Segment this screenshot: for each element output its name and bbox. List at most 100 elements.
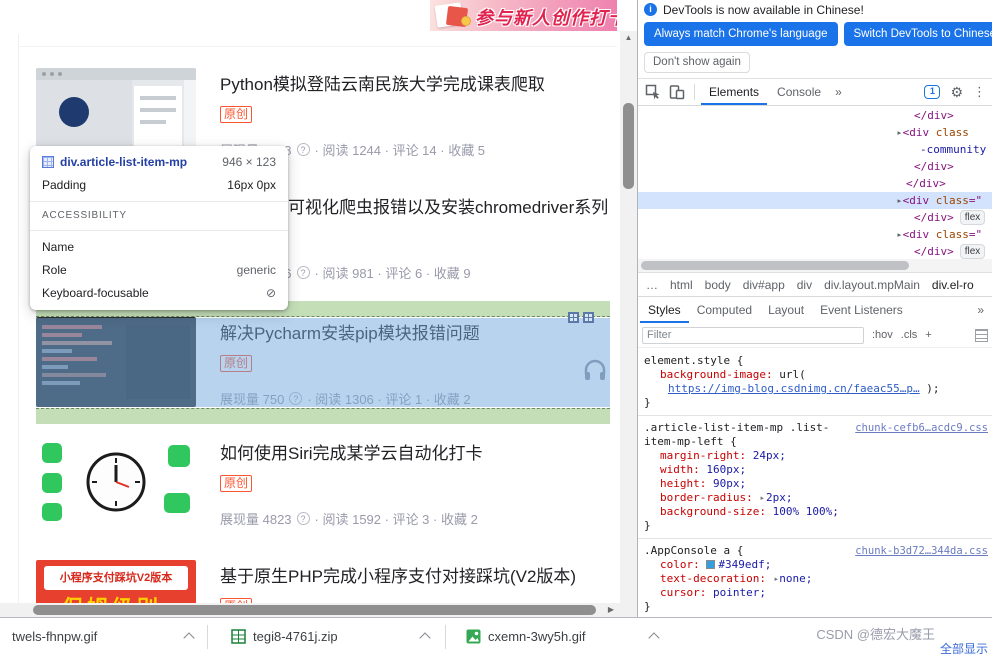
css-declaration[interactable]: border-radius: ▸2px; [638,491,992,505]
rule-selector[interactable]: element.style { [638,354,992,368]
download-file-name[interactable]: twels-fhnpw.gif [12,629,97,644]
more-tabs-icon[interactable]: » [831,85,846,99]
thumb5-title-box: 小程序支付踩坑V2版本 [44,566,188,590]
expand-value-arrow[interactable]: ▸ [760,492,765,503]
css-declaration[interactable]: width: 160px; [638,463,992,477]
expand-arrow-icon[interactable]: ▸ [896,125,902,139]
download-file-name[interactable]: cxemn-3wy5h.gif [488,629,586,644]
breadcrumb-item[interactable]: div#app [743,278,785,292]
accessibility-section-label: ACCESSIBILITY [42,210,276,221]
scroll-up-arrow[interactable]: ▲ [620,31,637,45]
expand-value-arrow[interactable]: ▸ [773,573,778,584]
expand-arrow-icon[interactable]: ▸ [896,193,902,207]
highlight-padding-bottom [36,408,610,424]
tree-node[interactable]: </div> [638,175,992,192]
article-3-thumbnail[interactable] [36,317,196,407]
rule-selector[interactable]: .article-list-item-mp .list- [644,421,829,435]
listen-headset-icon[interactable] [582,358,608,382]
article-title[interactable]: 解决Pycharm安装pip模块报错问题 [220,319,480,344]
vertical-scrollbar-thumb[interactable] [623,103,634,189]
tree-node[interactable]: </div>flex [638,209,992,226]
download-file-name[interactable]: tegi8-4761j.zip [253,629,338,644]
tree-node[interactable]: -community [638,141,992,158]
new-style-rule-button[interactable]: + [925,329,931,341]
download-menu-caret-icon[interactable] [648,632,659,643]
article-4-thumbnail[interactable] [36,437,196,527]
breadcrumb-overflow[interactable]: … [646,278,658,292]
download-item[interactable]: tegi8-4761j.zip [207,618,445,655]
help-icon[interactable]: ? [297,266,310,279]
page-vertical-scrollbar[interactable]: ▲ [620,31,637,617]
devtools-menu-icon[interactable]: ⋮ [973,84,986,100]
tree-node[interactable]: ▸<div class=" [638,226,992,243]
name-label: Name [42,240,74,254]
tree-node[interactable]: ▸<div class [638,124,992,141]
inspect-element-icon[interactable] [642,82,664,102]
color-swatch[interactable] [706,560,715,569]
download-item[interactable]: cxemn-3wy5h.gif [445,618,670,655]
issues-counter[interactable]: 1 [924,85,940,99]
breadcrumb-item[interactable]: body [705,278,731,292]
css-declaration[interactable]: margin-right: 24px; [638,449,992,463]
tree-node[interactable]: </div> [638,158,992,175]
breadcrumb-item[interactable]: div.layout.mpMain [824,278,920,292]
more-sidebar-tabs-icon[interactable]: » [971,303,990,317]
tab-elements[interactable]: Elements [701,79,767,105]
page-horizontal-scrollbar[interactable]: ▶ [0,603,620,617]
css-declaration[interactable]: background-image: url( [638,368,992,382]
background-image-url-link[interactable]: https://img-blog.csdnimg.cn/faeac55…p… [668,382,920,395]
css-declaration[interactable]: text-decoration: ▸none; [638,572,992,586]
elements-horizontal-scrollbar[interactable] [638,259,992,272]
tree-node-selected[interactable]: ▸<div class=" [638,192,992,209]
rule-selector-wrap[interactable]: item-mp-left { [638,435,992,449]
css-declaration[interactable]: height: 90px; [638,477,992,491]
css-url-line: https://img-blog.csdnimg.cn/faeac55…p… )… [638,382,992,396]
styles-filter-input[interactable] [642,327,864,344]
tree-node[interactable]: </div> [638,107,992,124]
match-language-button[interactable]: Always match Chrome's language [644,22,838,46]
scroll-right-arrow[interactable]: ▶ [603,603,619,617]
download-menu-caret-icon[interactable] [419,632,430,643]
banner-coin-decor [461,16,471,26]
promo-banner[interactable]: 参与新人创作打卡 [430,0,617,31]
css-declaration[interactable]: color: #349edf; [638,558,992,572]
help-icon[interactable]: ? [297,512,310,525]
computed-styles-icon[interactable] [975,329,988,342]
download-item[interactable]: twels-fhnpw.gif [0,618,207,655]
expand-arrow-icon[interactable]: ▸ [896,227,902,241]
tab-console[interactable]: Console [769,79,829,105]
device-toolbar-icon[interactable] [666,82,688,102]
tab-styles[interactable]: Styles [640,297,689,323]
breadcrumb-item[interactable]: html [670,278,693,292]
css-declaration[interactable]: background-size: 100% 100%; [638,505,992,519]
dont-show-again-button[interactable]: Don't show again [644,52,750,73]
flex-badge[interactable]: flex [960,210,986,225]
show-all-downloads-link[interactable]: 全部显示 [940,640,988,655]
article-title[interactable]: Python模拟登陆云南民族大学完成课表爬取 [220,70,545,95]
elements-scrollbar-thumb[interactable] [641,261,909,270]
help-icon[interactable]: ? [297,143,310,156]
flex-badge[interactable]: flex [960,244,986,259]
settings-gear-icon[interactable]: ⚙ [950,84,963,101]
horizontal-scrollbar-thumb[interactable] [33,605,596,615]
stylesheet-link[interactable]: chunk-cefb6…acdc9.css [855,421,988,435]
article-title[interactable]: 基于原生PHP完成小程序支付对接踩坑(V2版本) [220,562,576,587]
toggle-element-classes[interactable]: .cls [901,329,918,341]
article-title[interactable]: 如何使用Siri完成某学云自动化打卡 [220,439,483,464]
tab-layout[interactable]: Layout [760,297,812,323]
tree-node[interactable]: </div>flex [638,243,992,259]
tab-computed[interactable]: Computed [689,297,760,323]
rule-selector[interactable]: .AppConsole a { [644,544,743,558]
issues-bubble-icon[interactable]: 1 [924,85,940,99]
stylesheet-link[interactable]: chunk-b3d72…344da.css [855,544,988,558]
download-menu-caret-icon[interactable] [183,632,194,643]
article-1-thumbnail[interactable] [36,68,196,158]
tab-event-listeners[interactable]: Event Listeners [812,297,911,323]
switch-to-chinese-button[interactable]: Switch DevTools to Chinese [844,22,992,46]
css-declaration[interactable]: cursor: pointer; [638,586,992,600]
rule-header: .article-list-item-mp .list- chunk-cefb6… [638,421,992,435]
breadcrumb-item[interactable]: div [797,278,812,292]
toggle-hover-state[interactable]: :hov [872,329,893,341]
help-icon[interactable]: ? [289,392,302,405]
breadcrumb-item-selected[interactable]: div.el-ro [932,278,974,292]
